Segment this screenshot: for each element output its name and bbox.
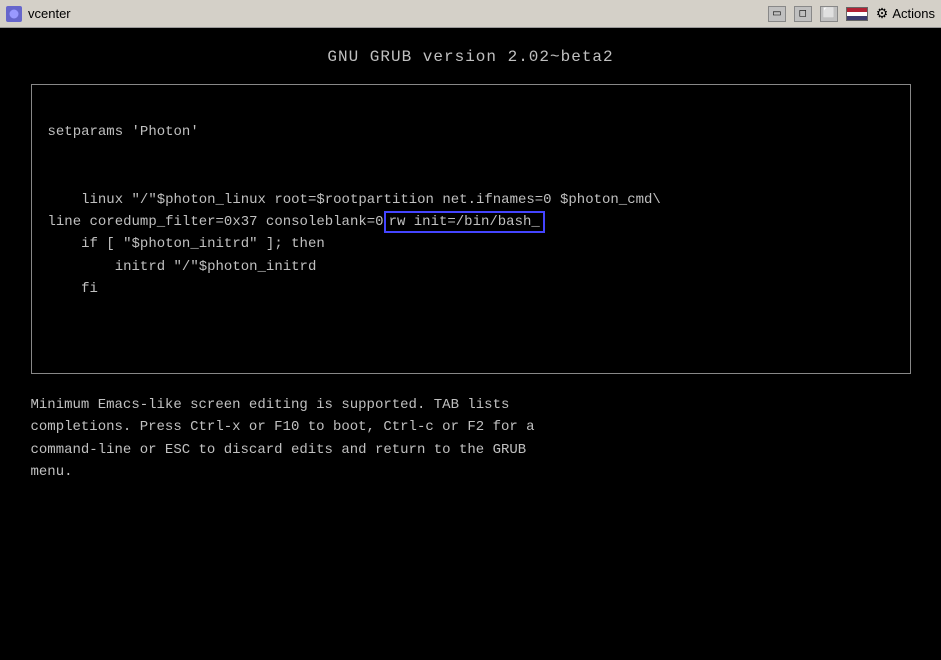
editor-line4-before: line coredump_filter=0x37 consoleblank=0 [48,214,384,230]
window-title: vcenter [28,6,71,21]
editor-line6: initrd "/"$photon_initrd [48,259,317,275]
editor-line5: if [ "$photon_initrd" ]; then [48,236,325,252]
grub-header: GNU GRUB version 2.02~beta2 [327,48,613,66]
editor-line1: setparams 'Photon' [48,124,199,140]
editor-line7: fi [48,281,98,297]
title-bar-left: vcenter [6,6,71,22]
editor-highlight-input[interactable]: rw init=/bin/bash_ [384,211,545,233]
gear-icon: ⚙ [876,5,889,22]
title-bar-right: ▭ ◻ ⬜ ⚙ Actions [768,5,935,22]
help-text-content: Minimum Emacs-like screen editing is sup… [31,397,535,480]
maximize-button[interactable]: ⬜ [820,6,838,22]
title-bar: vcenter ▭ ◻ ⬜ ⚙ Actions [0,0,941,28]
restore-button[interactable]: ◻ [794,6,812,22]
flag-icon [846,7,868,21]
grub-editor-box[interactable]: setparams 'Photon' linux "/"$photon_linu… [31,84,911,374]
actions-button[interactable]: ⚙ Actions [876,5,935,22]
app-icon [6,6,22,22]
main-content: GNU GRUB version 2.02~beta2 setparams 'P… [0,28,941,660]
editor-content: setparams 'Photon' linux "/"$photon_linu… [48,99,894,323]
minimize-button[interactable]: ▭ [768,6,786,22]
actions-label: Actions [892,6,935,21]
editor-line3: linux "/"$photon_linux root=$rootpartiti… [48,192,661,208]
help-text: Minimum Emacs-like screen editing is sup… [31,394,911,484]
